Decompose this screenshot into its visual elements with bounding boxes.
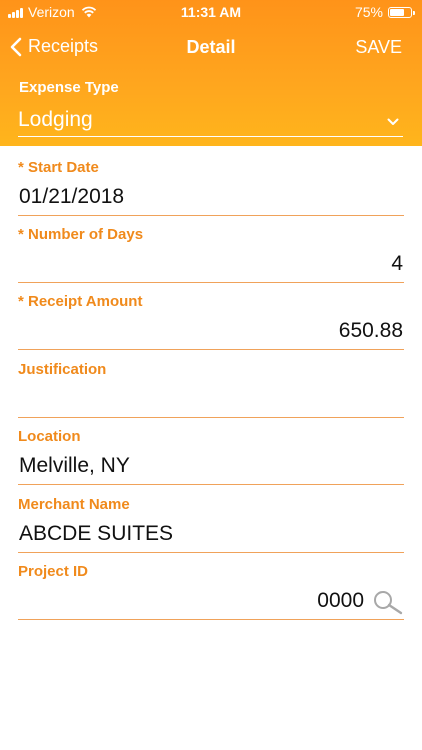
receipt-amount-label: * Receipt Amount	[18, 293, 143, 310]
status-bar: Verizon 11:31 AM 75%	[0, 0, 422, 24]
header: Verizon 11:31 AM 75% Receipts Detail SAV…	[0, 0, 422, 146]
battery-icon	[388, 6, 415, 18]
chevron-down-icon	[387, 118, 399, 125]
save-button[interactable]: SAVE	[355, 37, 402, 58]
project-id-label: Project ID	[18, 563, 89, 580]
location-label: Location	[18, 428, 81, 445]
navigation-bar: Receipts Detail SAVE	[0, 26, 422, 70]
merchant-name-label: Merchant Name	[18, 496, 130, 513]
search-icon[interactable]	[372, 589, 404, 615]
location-value: Melville, NY	[19, 454, 130, 477]
merchant-name-input[interactable]: ABCDE SUITES	[18, 518, 404, 553]
expense-type-value: Lodging	[18, 108, 93, 131]
number-of-days-value: 4	[391, 252, 403, 275]
justification-input[interactable]	[18, 383, 404, 418]
receipt-amount-value: 650.88	[338, 319, 403, 342]
expense-type-label: Expense Type	[19, 79, 119, 96]
merchant-name-value: ABCDE SUITES	[19, 522, 174, 545]
battery-percent: 75%	[354, 4, 383, 20]
project-id-value: 0000	[317, 589, 364, 612]
start-date-label: * Start Date	[18, 159, 99, 176]
start-date-value: 01/21/2018	[19, 185, 125, 208]
justification-label: Justification	[18, 361, 107, 378]
start-date-input[interactable]: 01/21/2018	[18, 181, 404, 216]
project-id-input[interactable]: 0000	[18, 585, 404, 620]
receipt-amount-input[interactable]: 650.88	[18, 315, 404, 350]
expense-type-select[interactable]: Lodging	[18, 106, 403, 137]
number-of-days-label: * Number of Days	[18, 226, 144, 243]
number-of-days-input[interactable]: 4	[18, 248, 404, 283]
location-input[interactable]: Melville, NY	[18, 450, 404, 485]
